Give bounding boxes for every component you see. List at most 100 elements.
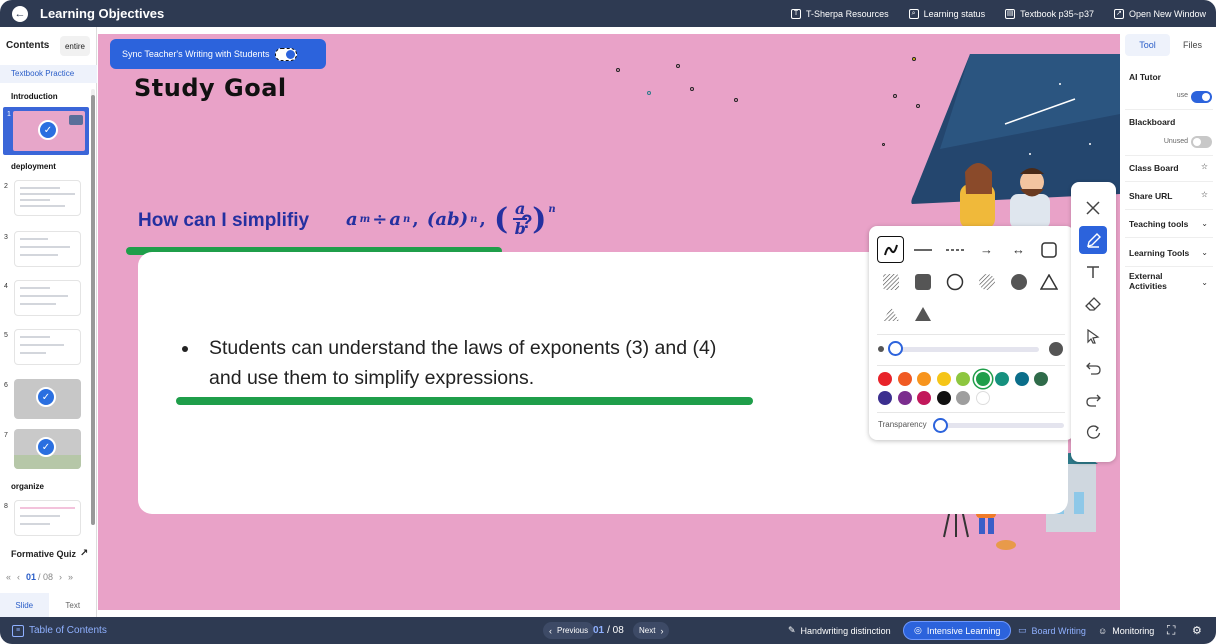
sync-toggle-switch[interactable] <box>275 47 298 61</box>
slide-thumb-7[interactable]: ✓ <box>14 429 81 469</box>
entire-button[interactable]: entire <box>60 36 90 56</box>
rect-filled-icon[interactable] <box>909 268 936 295</box>
tab-text[interactable]: Text <box>49 593 98 617</box>
circle-hatch-icon[interactable] <box>973 268 1000 295</box>
previous-button[interactable]: ‹ Previous <box>543 622 595 639</box>
page-total: / 08 <box>607 625 624 636</box>
reset-icon[interactable] <box>1079 418 1107 446</box>
pen-icon[interactable] <box>1079 226 1107 254</box>
intensive-learning-button[interactable]: ◎ Intensive Learning <box>903 621 1012 640</box>
color-swatch[interactable] <box>897 391 912 405</box>
formative-quiz-link[interactable]: Formative Quiz ↗ <box>11 548 88 559</box>
slide-thumb-6[interactable]: ✓ <box>14 379 81 419</box>
triangle-hatch-icon[interactable] <box>877 300 904 327</box>
color-swatch[interactable] <box>956 391 970 405</box>
slide-thumb-5[interactable] <box>14 329 81 365</box>
external-activities-menu[interactable]: External Activities <box>1129 271 1189 291</box>
sidebar-scrollbar[interactable] <box>91 95 95 525</box>
board-writing-button[interactable]: ▭ Board Writing <box>1018 617 1086 644</box>
close-icon[interactable] <box>1079 194 1107 222</box>
textbook-practice-tab[interactable]: Textbook Practice <box>0 65 97 83</box>
star-dot <box>690 87 694 91</box>
tab-files[interactable]: Files <box>1170 34 1215 56</box>
color-swatch[interactable] <box>995 372 1009 386</box>
double-arrow-icon[interactable]: ↔ <box>1005 236 1032 263</box>
top-bar: ← Learning Objectives T T-Sherpa Resourc… <box>0 0 1216 27</box>
rectangle-outline-icon[interactable] <box>1035 236 1062 263</box>
sync-label: Sync Teacher's Writing with Students <box>122 49 270 59</box>
learning-status-link[interactable]: ⌕ Learning status <box>908 8 985 19</box>
color-swatch[interactable] <box>975 391 990 405</box>
dashed-line-icon[interactable] <box>941 236 968 263</box>
textbook-pages-link[interactable]: ▤ Textbook p35~p37 <box>1005 8 1094 19</box>
tab-slide[interactable]: Slide <box>0 593 49 617</box>
ai-tutor-toggle[interactable] <box>1191 91 1212 103</box>
fullscreen-icon[interactable]: ⛶ <box>1167 617 1175 644</box>
undo-icon[interactable] <box>1079 354 1107 382</box>
next-page-icon[interactable]: › <box>59 572 62 582</box>
ai-tutor-label: AI Tutor <box>1129 72 1161 82</box>
color-swatch[interactable] <box>936 372 951 386</box>
slide-thumb-2[interactable] <box>14 180 81 216</box>
color-swatch[interactable] <box>975 372 990 386</box>
back-arrow-icon[interactable]: ← <box>12 5 28 22</box>
arrow-icon[interactable]: → <box>973 236 1000 263</box>
color-swatch[interactable] <box>936 391 951 405</box>
sync-writing-toggle[interactable]: Sync Teacher's Writing with Students <box>110 39 326 69</box>
triangle-outline-icon[interactable] <box>1035 268 1062 295</box>
table-of-contents-button[interactable]: ≡ Table of Contents <box>12 617 107 644</box>
target-icon: ◎ <box>914 625 922 635</box>
previous-label: Previous <box>557 626 589 635</box>
settings-icon[interactable]: ⚙ <box>1192 617 1202 644</box>
rect-hatch-icon[interactable] <box>877 268 904 295</box>
color-swatch[interactable] <box>1034 372 1048 386</box>
color-swatch[interactable] <box>878 391 892 405</box>
transparency-knob[interactable] <box>933 418 948 433</box>
first-page-icon[interactable]: « <box>6 572 11 582</box>
chevron-down-icon[interactable]: ⌄ <box>1201 278 1208 287</box>
eraser-icon[interactable] <box>1079 290 1107 318</box>
chevron-down-icon[interactable]: ⌄ <box>1201 248 1208 257</box>
color-swatch[interactable] <box>1014 372 1029 386</box>
star-icon[interactable]: ☆ <box>1201 162 1208 171</box>
pen-size-knob[interactable] <box>888 341 903 356</box>
last-page-icon[interactable]: » <box>68 572 73 582</box>
section-introduction: Introduction <box>11 92 58 101</box>
open-new-window-link[interactable]: ↗ Open New Window <box>1113 8 1206 19</box>
redo-icon[interactable] <box>1079 386 1107 414</box>
slide-thumb-8[interactable] <box>14 500 81 536</box>
divider <box>1125 209 1213 210</box>
color-swatch[interactable] <box>917 372 931 386</box>
divider <box>1125 237 1213 238</box>
text-icon[interactable] <box>1079 258 1107 286</box>
board-icon: ▭ <box>1018 625 1027 635</box>
blackboard-toggle[interactable] <box>1191 136 1212 148</box>
prev-page-icon[interactable]: ‹ <box>17 572 20 582</box>
slide-thumb-3[interactable] <box>14 231 81 267</box>
color-swatch[interactable] <box>917 391 931 405</box>
transparency-slider[interactable] <box>937 423 1064 428</box>
star-icon[interactable]: ☆ <box>1201 190 1208 199</box>
circle-filled-icon[interactable] <box>1005 268 1032 295</box>
slide-thumb-4[interactable] <box>14 280 81 316</box>
section-organize: organize <box>11 482 44 491</box>
color-swatch[interactable] <box>878 372 892 386</box>
slide-thumb-1-active[interactable]: 1 ✓ <box>3 107 89 155</box>
monitoring-button[interactable]: ☺ Monitoring <box>1098 617 1154 644</box>
line-icon[interactable] <box>909 236 936 263</box>
objective-line-1: Students can understand the laws of expo… <box>209 337 717 359</box>
triangle-filled-icon[interactable] <box>909 300 936 327</box>
color-swatch[interactable] <box>956 372 970 386</box>
chevron-down-icon[interactable]: ⌄ <box>1201 219 1208 228</box>
freehand-pen-icon[interactable] <box>877 236 904 263</box>
circle-outline-icon[interactable] <box>941 268 968 295</box>
slide-preview: ✓ <box>13 111 85 151</box>
t-sherpa-resources-link[interactable]: T T-Sherpa Resources <box>791 8 889 19</box>
handwriting-distinction-button[interactable]: ✎ Handwriting distinction <box>788 617 891 644</box>
pointer-icon[interactable] <box>1079 322 1107 350</box>
tab-tool[interactable]: Tool <box>1125 34 1170 56</box>
next-button[interactable]: Next › <box>633 622 670 639</box>
slide-number: 1 <box>7 111 11 118</box>
color-swatch[interactable] <box>897 372 912 386</box>
pen-size-slider[interactable] <box>889 347 1039 352</box>
